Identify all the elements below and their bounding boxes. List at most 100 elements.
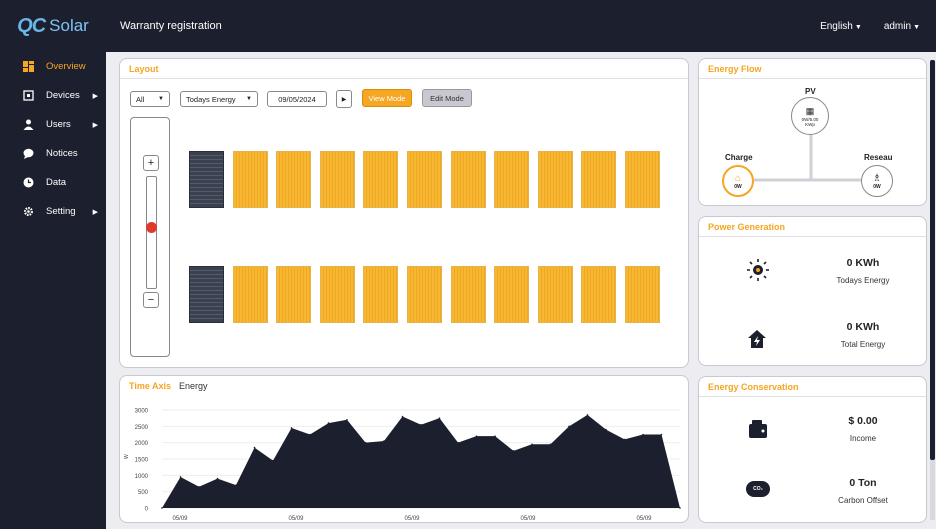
page-scrollbar[interactable]	[930, 60, 935, 520]
chevron-right-icon: ▶	[92, 92, 98, 100]
card-title: Energy Conservation	[708, 381, 799, 392]
zoom-out-button[interactable]: −	[143, 292, 159, 308]
energy-flow-card: Energy Flow PV ▦ 0W/5.00 KWp Charge ⌂ 0W…	[698, 58, 927, 206]
sidebar-item-users[interactable]: Users ▶	[0, 110, 106, 139]
charge-node[interactable]: ⌂ 0W	[722, 165, 754, 197]
solar-panel[interactable]	[537, 266, 573, 323]
zoom-slider-handle[interactable]	[146, 222, 157, 233]
solar-panel[interactable]	[232, 151, 268, 208]
play-icon: ▶	[341, 96, 347, 103]
solar-panel[interactable]	[363, 266, 399, 323]
solar-panel[interactable]	[494, 266, 530, 323]
scrollbar-thumb[interactable]	[930, 60, 935, 460]
solar-panel[interactable]	[319, 266, 355, 323]
date-value: 09/05/2024	[278, 94, 316, 104]
sidebar-item-label: Setting	[46, 206, 76, 217]
data-point	[660, 433, 663, 436]
energy-chart: 3000 2500 2000 1500 1000 500 0 W 05/09 05/09 05/09…	[124, 409, 681, 522]
sidebar-item-overview[interactable]: Overview	[0, 52, 106, 81]
edit-mode-button[interactable]: Edit Mode	[422, 89, 472, 107]
y-tick-label: 1500	[135, 458, 149, 464]
data-point	[290, 427, 293, 429]
data-point	[253, 446, 256, 449]
x-tick-label: 05/09	[404, 516, 420, 522]
solar-panel[interactable]	[189, 151, 224, 208]
metric-select[interactable]: Todays Energy ▼	[180, 91, 258, 107]
sidebar-item-setting[interactable]: Setting ▶	[0, 197, 106, 226]
user-menu[interactable]: admin ▼	[884, 21, 920, 32]
data-point	[457, 441, 459, 444]
carbon-offset-value: 0 Ton	[849, 477, 877, 489]
solar-panel[interactable]	[450, 151, 486, 208]
solar-panel[interactable]	[581, 266, 617, 323]
solar-panel[interactable]	[407, 266, 442, 323]
x-tick-label: 05/09	[636, 516, 652, 522]
data-point	[346, 419, 348, 421]
solar-panel[interactable]	[189, 266, 224, 323]
reseau-label: Reseau	[864, 153, 893, 162]
user-label: admin	[883, 20, 912, 32]
solar-panel[interactable]	[276, 151, 312, 208]
data-point	[420, 423, 422, 426]
y-tick-label: 500	[138, 490, 149, 496]
clock-icon	[22, 177, 34, 189]
pv-node[interactable]: ▦ 0W/5.00 KWp	[791, 97, 829, 135]
zoom-track[interactable]	[146, 176, 157, 289]
power-generation-card: Power Generation 0 KWh Todays Energy 0 K…	[698, 216, 927, 366]
data-point	[198, 485, 200, 488]
y-tick-label: 3000	[135, 409, 149, 415]
income-label: Income	[849, 434, 877, 443]
page-title: Warranty registration	[120, 20, 222, 32]
sidebar-item-data[interactable]: Data	[0, 168, 106, 197]
todays-energy-value: 0 KWh	[846, 257, 880, 269]
zoom-in-button[interactable]: +	[143, 155, 159, 171]
sidebar-item-label: Devices	[46, 90, 80, 101]
total-energy-value: 0 KWh	[846, 321, 880, 333]
x-tick-label: 05/09	[172, 516, 188, 522]
home-energy-icon	[748, 330, 766, 348]
solar-panel[interactable]	[450, 266, 486, 323]
data-point	[642, 433, 644, 436]
solar-panel[interactable]	[232, 266, 268, 323]
solar-panel[interactable]	[407, 151, 442, 208]
y-tick-label: 1000	[135, 474, 149, 480]
chevron-right-icon: ▶	[92, 208, 98, 216]
sidebar-item-devices[interactable]: Devices ▶	[0, 81, 106, 110]
language-select[interactable]: English ▼	[820, 21, 862, 32]
data-point	[512, 450, 515, 452]
reseau-node[interactable]: ♗ 0W	[861, 165, 893, 197]
data-point	[383, 440, 385, 442]
metric-select-value: Todays Energy	[186, 94, 236, 104]
solar-panel[interactable]	[537, 151, 573, 208]
solar-panel[interactable]	[581, 151, 617, 208]
sidebar-item-notices[interactable]: Notices	[0, 139, 106, 168]
filter-select[interactable]: All ▼	[130, 91, 170, 107]
view-mode-button[interactable]: View Mode	[362, 89, 412, 107]
solar-panel[interactable]	[494, 151, 530, 208]
card-title: Energy Flow	[708, 63, 762, 74]
solar-panel[interactable]	[319, 151, 355, 208]
todays-energy-label: Todays Energy	[836, 276, 890, 285]
card-title: Layout	[129, 63, 159, 74]
carbon-offset-label: Carbon Offset	[838, 496, 888, 505]
y-axis-label: W	[124, 454, 130, 459]
cloud-co2-icon: CO₂	[746, 481, 770, 497]
data-point	[475, 435, 478, 437]
energy-conservation-card: Energy Conservation $ 0.00 Income CO₂ 0 …	[698, 376, 927, 523]
chat-icon	[22, 148, 34, 160]
solar-panel[interactable]	[625, 266, 660, 323]
date-picker[interactable]: 09/05/2024	[267, 91, 327, 107]
solar-panel[interactable]	[363, 151, 399, 208]
next-button[interactable]: ▶	[336, 90, 352, 108]
data-point	[531, 443, 533, 446]
tab-energy[interactable]: Energy	[179, 381, 208, 391]
solar-panel[interactable]	[625, 151, 660, 208]
sidebar-item-label: Overview	[46, 61, 86, 72]
y-tick-label: 0	[145, 507, 149, 513]
sidebar-item-label: Data	[46, 177, 67, 188]
solar-panel[interactable]	[276, 266, 312, 323]
y-tick-label: 2000	[135, 441, 149, 447]
zoom-control: + −	[130, 117, 170, 357]
sidebar: Overview Devices ▶ Users ▶ Notices Data …	[0, 52, 106, 529]
energy-area-series	[162, 414, 680, 508]
